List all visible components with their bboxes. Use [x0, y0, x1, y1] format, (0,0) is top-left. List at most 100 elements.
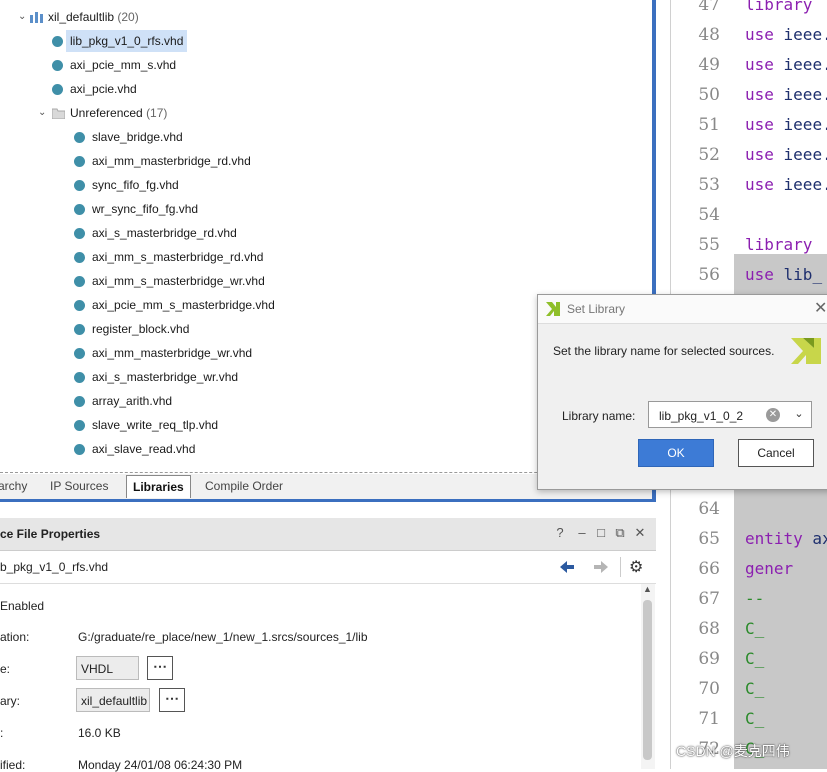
- file-name: b_pkg_v1_0_rfs.vhd: [0, 560, 109, 574]
- line-number: 70: [698, 679, 720, 699]
- code-keyword: use: [745, 145, 774, 164]
- library-value: xil_defaultlib: [76, 688, 150, 712]
- code-line[interactable]: C_: [745, 614, 827, 644]
- cancel-button[interactable]: Cancel: [738, 439, 814, 467]
- tab-hierarchy[interactable]: archy: [0, 474, 27, 498]
- folder-icon: [52, 108, 65, 119]
- chevron-down-icon[interactable]: ⌄: [38, 108, 48, 118]
- line-number: 48: [698, 25, 720, 45]
- code-line[interactable]: library: [745, 230, 827, 260]
- properties-body: Enabled ation: G:/graduate/re_place/new_…: [0, 584, 640, 772]
- code-line[interactable]: use ieee.: [745, 110, 827, 140]
- vhdl-file-icon: [74, 396, 85, 407]
- code-line[interactable]: gener: [745, 554, 827, 584]
- set-library-dialog: Set Library ✕ Set the library name for s…: [537, 294, 827, 490]
- code-line[interactable]: --: [745, 584, 827, 614]
- code-text: ieee.: [773, 115, 827, 134]
- location-label: ation:: [0, 630, 30, 644]
- code-line[interactable]: use lib_: [745, 260, 827, 290]
- size-label: :: [0, 726, 4, 740]
- code-keyword: library: [745, 0, 813, 14]
- separator: [620, 557, 621, 577]
- code-line[interactable]: use ieee.: [745, 50, 827, 80]
- code-text: lib_: [773, 265, 823, 284]
- focus-frame: [0, 499, 656, 502]
- code-line[interactable]: use ieee.: [745, 140, 827, 170]
- code-line[interactable]: use ieee.: [745, 80, 827, 110]
- code-text: ax: [812, 529, 827, 548]
- vivado-logo-icon: [791, 338, 821, 364]
- line-number: 65: [698, 529, 720, 549]
- library-icon: [30, 12, 43, 23]
- code-line[interactable]: C_: [745, 704, 827, 734]
- chevron-down-icon[interactable]: ⌄: [18, 12, 28, 22]
- minimize-icon[interactable]: –: [575, 526, 589, 540]
- help-icon[interactable]: ?: [553, 526, 567, 540]
- maximize-icon[interactable]: □: [594, 526, 608, 540]
- dialog-title-bar[interactable]: Set Library ✕: [538, 295, 827, 324]
- line-number: 68: [698, 619, 720, 639]
- code-line[interactable]: use ieee.: [745, 170, 827, 200]
- dialog-title: Set Library: [567, 302, 626, 316]
- tree-unreferenced-folder[interactable]: Unreferenced (17): [70, 102, 167, 124]
- code-line[interactable]: C_: [745, 644, 827, 674]
- enabled-label[interactable]: Enabled: [0, 599, 44, 613]
- vhdl-file-icon: [74, 276, 85, 287]
- chevron-down-icon[interactable]: ⌄: [792, 406, 806, 420]
- scroll-up-icon[interactable]: ▲: [643, 584, 652, 594]
- line-number: 53: [698, 175, 720, 195]
- vivado-logo-icon: [546, 302, 560, 316]
- library-name-input[interactable]: [657, 402, 761, 429]
- vhdl-file-icon: [52, 36, 63, 47]
- code-line[interactable]: use ieee.: [745, 20, 827, 50]
- code-text: ieee.: [773, 145, 827, 164]
- line-number: 51: [698, 115, 720, 135]
- gear-icon[interactable]: ⚙: [629, 557, 643, 577]
- vhdl-file-icon: [74, 444, 85, 455]
- code-keyword: library: [745, 235, 813, 254]
- tree-root-library[interactable]: xil_defaultlib (20): [48, 6, 139, 28]
- code-keyword: use: [745, 115, 774, 134]
- vhdl-file-icon: [74, 204, 85, 215]
- line-number: 69: [698, 649, 720, 669]
- properties-title: ce File Properties: [0, 527, 101, 541]
- vhdl-file-icon: [74, 180, 85, 191]
- code-line[interactable]: [745, 494, 827, 524]
- line-number: 49: [698, 55, 720, 75]
- library-name-combobox[interactable]: ✕ ⌄: [648, 401, 812, 429]
- code-line[interactable]: [745, 200, 827, 230]
- forward-arrow-icon[interactable]: [594, 561, 608, 573]
- back-arrow-icon[interactable]: [560, 561, 574, 573]
- code-text: ieee.: [773, 175, 827, 194]
- close-icon[interactable]: ✕: [633, 526, 647, 540]
- vhdl-file-icon: [52, 84, 63, 95]
- close-icon[interactable]: ✕: [814, 295, 827, 323]
- line-number: 47: [698, 0, 720, 15]
- code-keyword: use: [745, 55, 774, 74]
- tab-libraries[interactable]: Libraries: [126, 475, 191, 498]
- modified-value: Monday 24/01/08 06:24:30 PM: [78, 758, 243, 772]
- float-icon[interactable]: ⧉: [613, 526, 627, 540]
- scrollbar-thumb[interactable]: [643, 600, 652, 760]
- line-number: 56: [698, 265, 720, 285]
- dialog-message: Set the library name for selected source…: [553, 344, 775, 358]
- watermark: CSDN @麦克四伟: [676, 743, 790, 759]
- code-text: C_: [745, 709, 765, 728]
- type-more-button[interactable]: ⋯: [147, 656, 173, 680]
- size-value: 16.0 KB: [78, 726, 121, 740]
- code-text: ieee.: [773, 85, 827, 104]
- line-number: 64: [698, 499, 720, 519]
- tab-compile-order[interactable]: Compile Order: [205, 474, 283, 498]
- line-number: 52: [698, 145, 720, 165]
- tab-ip-sources[interactable]: IP Sources: [50, 474, 108, 498]
- library-name-label: Library name:: [562, 409, 636, 423]
- ok-button[interactable]: OK: [638, 439, 714, 467]
- library-more-button[interactable]: ⋯: [159, 688, 185, 712]
- code-line[interactable]: library: [745, 0, 827, 20]
- code-line[interactable]: C_: [745, 674, 827, 704]
- code-keyword: use: [745, 85, 774, 104]
- properties-subheader: b_pkg_v1_0_rfs.vhd ⚙: [0, 551, 656, 584]
- type-value: VHDL: [76, 656, 139, 680]
- code-line[interactable]: entity ax: [745, 524, 827, 554]
- clear-icon[interactable]: ✕: [766, 408, 780, 422]
